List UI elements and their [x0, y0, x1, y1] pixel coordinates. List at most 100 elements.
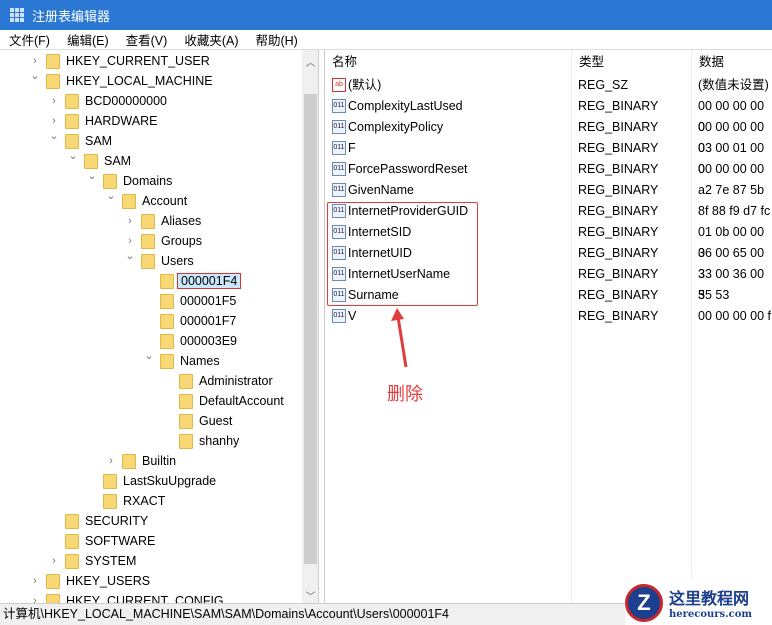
tree-node[interactable]: SOFTWARE: [0, 531, 300, 551]
tree-node-label: HKEY_USERS: [66, 574, 151, 588]
tree-node[interactable]: LastSkuUpgrade: [0, 471, 300, 491]
tree-node[interactable]: 000001F5: [0, 291, 300, 311]
chevron-right-icon[interactable]: ›: [29, 575, 41, 587]
tree-node-label: 000003E9: [180, 334, 238, 348]
tree-node-label: Groups: [161, 234, 202, 248]
chevron-right-icon[interactable]: ›: [48, 95, 60, 107]
chevron-right-icon[interactable]: ›: [124, 215, 136, 227]
tree-node[interactable]: RXACT: [0, 491, 300, 511]
chevron-right-icon[interactable]: ›: [29, 595, 41, 603]
tree-node-label: Domains: [123, 174, 173, 188]
scroll-down-icon[interactable]: ﹀: [302, 588, 318, 603]
value-type: REG_BINARY: [578, 141, 659, 155]
binary-value-icon: 011: [332, 141, 346, 155]
folder-icon: [160, 353, 174, 369]
menu-item-3[interactable]: 收藏夹(A): [184, 30, 238, 49]
value-type: REG_BINARY: [578, 267, 659, 281]
chevron-right-icon[interactable]: ›: [48, 555, 60, 567]
menu-item-2[interactable]: 查看(V): [126, 30, 168, 49]
folder-icon: [46, 573, 60, 589]
tree-node[interactable]: ⌄ HKEY_LOCAL_MACHINE: [0, 70, 300, 91]
binary-value-icon: 011: [332, 162, 346, 176]
value-data: 00 00 00 00 f: [698, 309, 771, 323]
tree-node[interactable]: ⌄ Names: [0, 350, 300, 371]
folder-icon: [160, 273, 174, 289]
tree-node[interactable]: 000001F4: [0, 271, 300, 291]
scroll-thumb[interactable]: [304, 94, 317, 564]
folder-icon: [46, 73, 60, 89]
tree-node[interactable]: 000003E9: [0, 331, 300, 351]
tree-node-label: shanhy: [199, 434, 240, 448]
arrow-icon: [391, 308, 408, 368]
tree-node[interactable]: ⌄ SAM: [0, 150, 300, 171]
tree-node[interactable]: shanhy: [0, 431, 300, 451]
tree-node[interactable]: › SYSTEM: [0, 551, 300, 571]
folder-icon: [141, 233, 155, 249]
value-row[interactable]: 011 ComplexityPolicy REG_BINARY 00 00 00 00…: [325, 117, 772, 155]
registry-tree[interactable]: › HKEY_CURRENT_CONFIG › HKEY_USERS › SYSTEM SO…: [0, 50, 319, 603]
menu-item-1[interactable]: 编辑(E): [67, 30, 109, 49]
tree-node[interactable]: › HKEY_USERS: [0, 571, 300, 591]
tree-node-label: Builtin: [142, 454, 177, 468]
tree-node-label: HKEY_CURRENT_USER: [66, 54, 210, 68]
value-type: REG_BINARY: [578, 183, 659, 197]
value-row[interactable]: 011 GivenName REG_BINARY a2 7e 87 5b: [325, 180, 772, 201]
folder-icon: [46, 53, 60, 69]
tree-node[interactable]: Guest: [0, 411, 300, 431]
tree-node[interactable]: ⌄ Domains: [0, 170, 300, 191]
tree-node-label: 000001F7: [180, 314, 237, 328]
value-name: (默认): [348, 78, 382, 92]
watermark-cn: 这里教程网: [669, 589, 750, 608]
tree-node[interactable]: › HKEY_CURRENT_CONFIG: [0, 591, 300, 603]
tree-node[interactable]: ⌄ Users: [0, 250, 300, 271]
tree-node[interactable]: 000001F7: [0, 311, 300, 331]
tree-node[interactable]: SECURITY: [0, 511, 300, 531]
tree-node-label: Aliases: [161, 214, 202, 228]
folder-icon: [46, 593, 60, 603]
scroll-up-icon[interactable]: ︿: [302, 54, 318, 69]
value-type: REG_BINARY: [578, 162, 659, 176]
binary-value-icon: 011: [332, 183, 346, 197]
chevron-right-icon[interactable]: ›: [29, 55, 41, 67]
chevron-right-icon[interactable]: ›: [124, 235, 136, 247]
tree-node[interactable]: Administrator: [0, 371, 300, 391]
value-name: GivenName: [348, 183, 414, 197]
menu-item-0[interactable]: 文件(F): [9, 30, 50, 49]
column-header-type[interactable]: 类型: [572, 50, 604, 74]
value-row[interactable]: 011 F REG_BINARY 03 00 01 00 0: [325, 138, 772, 176]
chevron-right-icon[interactable]: ›: [105, 455, 117, 467]
value-data: 8f 88 f9 d7 fc: [698, 204, 771, 218]
folder-icon: [65, 513, 79, 529]
tree-scrollbar[interactable]: ︿ ﹀: [302, 50, 318, 603]
value-type: REG_BINARY: [578, 246, 659, 260]
folder-icon: [65, 133, 79, 149]
folder-icon: [160, 313, 174, 329]
value-data: a2 7e 87 5b: [698, 183, 765, 197]
binary-value-icon: 011: [332, 309, 346, 323]
column-header-name[interactable]: 名称: [325, 50, 357, 74]
tree-node[interactable]: › HKEY_CURRENT_USER: [0, 51, 300, 71]
value-name: ForcePasswordReset: [348, 162, 468, 176]
tree-node-label: HKEY_LOCAL_MACHINE: [66, 74, 213, 88]
folder-icon: [84, 153, 98, 169]
tree-node-label: Account: [142, 194, 188, 208]
tree-node[interactable]: › Groups: [0, 231, 300, 251]
value-row[interactable]: ab (默认) REG_SZ (数值未设置): [325, 75, 772, 96]
tree-node[interactable]: › HARDWARE: [0, 111, 300, 131]
tree-node[interactable]: DefaultAccount: [0, 391, 300, 411]
tree-node[interactable]: ⌄ SAM: [0, 130, 300, 151]
menu-item-4[interactable]: 帮助(H): [255, 30, 297, 49]
chevron-right-icon[interactable]: ›: [48, 115, 60, 127]
tree-node-label: SYSTEM: [85, 554, 137, 568]
value-row[interactable]: 011 ForcePasswordReset REG_BINARY 00 00 00 …: [325, 159, 772, 180]
tree-node[interactable]: › Builtin: [0, 451, 300, 471]
column-header-data[interactable]: 数据: [692, 50, 724, 74]
value-data: 55 53: [698, 288, 730, 302]
value-name: ComplexityPolicy: [348, 120, 444, 134]
tree-node[interactable]: ⌄ Account: [0, 190, 300, 211]
tree-node[interactable]: › Aliases: [0, 211, 300, 231]
tree-node[interactable]: › BCD00000000: [0, 91, 300, 111]
value-type: REG_BINARY: [578, 99, 659, 113]
value-row[interactable]: 011 ComplexityLastUsed REG_BINARY 00 00 00 …: [325, 96, 772, 134]
title-bar: 注册表编辑器: [0, 0, 772, 30]
